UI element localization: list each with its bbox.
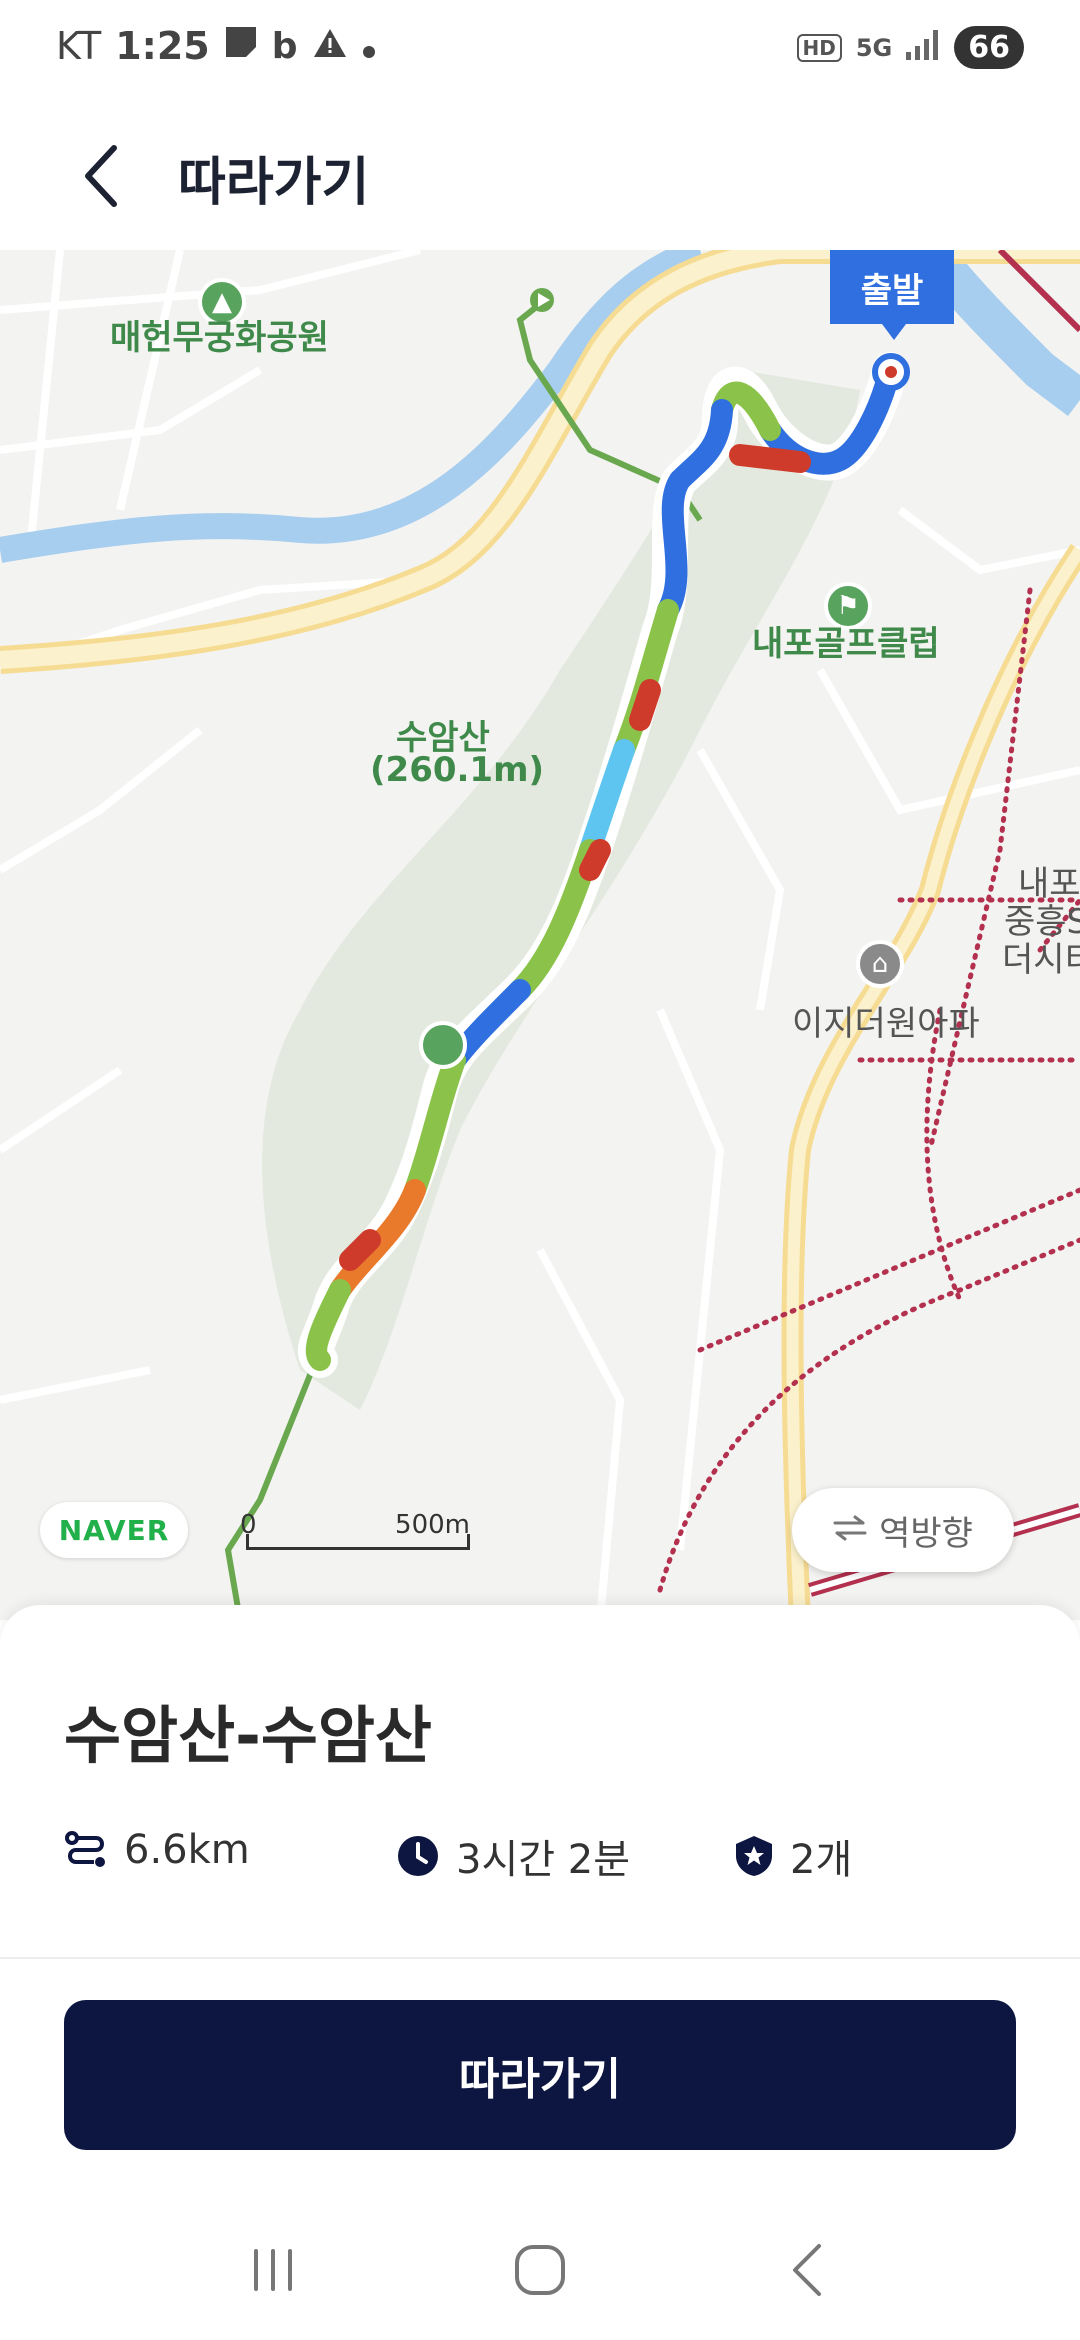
peak-height-label: (260.1m) (370, 750, 545, 790)
distance-stat: 6.6km (64, 1827, 250, 1873)
signal-icon (906, 29, 940, 66)
home-icon (514, 2245, 565, 2295)
peak-marker (419, 1021, 467, 1069)
follow-button[interactable]: 따라가기 (64, 2000, 1016, 2150)
back-button[interactable] (60, 136, 140, 216)
hd-voice-icon: HD (796, 33, 842, 62)
map-scale: 0 500m (240, 1510, 470, 1560)
apartment-label: 이지더원아파 (792, 1004, 980, 1044)
badge-count-stat: 2개 (734, 1827, 852, 1885)
recent-apps-icon (254, 2249, 293, 2291)
clock-icon (398, 1836, 438, 1876)
back-nav-button[interactable] (767, 2230, 847, 2310)
shield-star-icon (736, 1836, 772, 1876)
back-nav-icon (792, 2244, 821, 2296)
battery-level: 66 (954, 26, 1024, 69)
page-title: 따라가기 (178, 153, 370, 213)
golf-label: 내포골프클럽 (752, 624, 940, 664)
route-icon (65, 1831, 105, 1867)
reverse-direction-button[interactable]: 역방향 (792, 1488, 1014, 1572)
status-left: KT 1:25 b (56, 24, 376, 68)
badge-count-value: 2개 (790, 1837, 853, 1883)
network-type: 5G (855, 33, 893, 62)
clock-time: 1:25 (115, 24, 210, 68)
recent-apps-button[interactable] (233, 2230, 313, 2310)
home-button[interactable] (500, 2230, 580, 2310)
notification-dot-icon (362, 24, 376, 68)
rail-dotted (657, 587, 1080, 1593)
river (0, 250, 705, 563)
reverse-direction-label: 역방향 (879, 1513, 973, 1554)
start-badge: 출발 (830, 250, 954, 340)
distance-value: 6.6km (124, 1827, 250, 1873)
status-right: HD 5G 66 (796, 26, 1024, 69)
carrier-label: KT (56, 24, 102, 68)
duration-value: 3시간 2분 (456, 1837, 631, 1883)
notification-note-icon (224, 24, 258, 68)
notification-b-icon: b (271, 25, 298, 67)
apartment-pin-icon: ⌂ (856, 940, 904, 988)
warning-icon (312, 24, 348, 68)
divider (0, 1957, 1080, 1959)
back-arrow-icon (85, 145, 117, 207)
naver-logo: NAVER (40, 1502, 188, 1558)
map-view[interactable]: 출발 ▲ 매헌무궁화공원 ⚑ 내포골프클럽 수암산 (260.1m) 내포 중흥… (0, 250, 1080, 1620)
app-header: 따라가기 (0, 100, 1080, 250)
scale-bar (246, 1534, 470, 1550)
map-base (0, 250, 1080, 1620)
duration-stat: 3시간 2분 (396, 1827, 630, 1885)
status-bar: KT 1:25 b HD 5G 66 (0, 0, 1080, 100)
route-title: 수암산-수암산 (64, 1699, 432, 1772)
park-label: 매헌무궁화공원 (110, 318, 329, 358)
system-nav-bar (0, 2200, 1080, 2340)
swap-arrows-icon (833, 1510, 867, 1550)
east-road (781, 543, 1080, 1620)
town-label-3: 더시티 (1002, 940, 1080, 980)
